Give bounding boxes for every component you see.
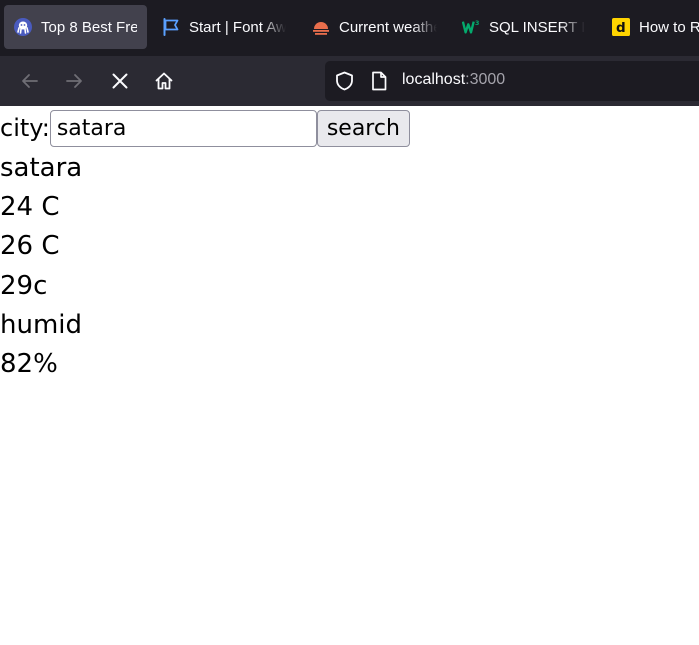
city-input[interactable]	[49, 109, 317, 147]
address-bar[interactable]: localhost:3000	[325, 61, 699, 101]
url-text[interactable]: localhost:3000	[402, 71, 505, 89]
city-search-form: city: search	[0, 109, 410, 147]
tab-current-weather[interactable]: Current weathe	[302, 5, 442, 49]
close-icon	[112, 73, 128, 89]
w3schools-icon: 3	[462, 18, 480, 36]
url-host: localhost	[402, 71, 466, 88]
tab-title: How to R	[639, 18, 699, 36]
dev-icon: d	[612, 18, 630, 36]
tab-sql-insert[interactable]: 3 SQL INSERT IN	[452, 5, 592, 49]
back-button[interactable]	[14, 65, 46, 97]
forward-button[interactable]	[58, 65, 90, 97]
tab-title: SQL INSERT IN	[489, 18, 585, 36]
home-icon	[155, 72, 173, 90]
tab-how-to[interactable]: d How to R	[602, 5, 699, 49]
result-humidity: 82%	[0, 349, 58, 379]
tab-top-8-best[interactable]: Top 8 Best Fre	[4, 5, 147, 49]
octopus-icon	[14, 18, 32, 36]
tab-title: Top 8 Best Fre	[41, 18, 137, 36]
flag-icon	[162, 18, 180, 36]
forward-arrow-icon	[66, 74, 82, 88]
page-content: city: search satara 24 C 26 C 29c humid …	[0, 106, 699, 645]
result-condition: humid	[0, 310, 83, 340]
url-port: :3000	[465, 71, 506, 88]
home-button[interactable]	[148, 65, 180, 97]
svg-text:d: d	[616, 20, 626, 36]
navigation-bar: localhost:3000	[0, 56, 699, 106]
result-temperature: 24 C	[0, 192, 60, 222]
svg-text:3: 3	[475, 20, 479, 27]
tab-font-awesome[interactable]: Start | Font Aw	[152, 5, 292, 49]
city-label: city:	[0, 114, 50, 142]
result-city: satara	[0, 153, 83, 183]
tab-title: Current weathe	[339, 18, 437, 36]
search-button[interactable]: search	[316, 109, 410, 147]
back-arrow-icon	[22, 74, 38, 88]
shield-icon[interactable]	[335, 71, 354, 95]
page-icon[interactable]	[371, 71, 387, 95]
stop-button[interactable]	[104, 65, 136, 97]
result-temperature-3: 29c	[0, 271, 48, 301]
tab-title: Start | Font Aw	[189, 18, 286, 36]
tab-strip: Top 8 Best Fre Start | Font Aw Current w…	[0, 0, 699, 56]
weather-icon	[312, 18, 330, 36]
result-temperature-2: 26 C	[0, 231, 60, 261]
